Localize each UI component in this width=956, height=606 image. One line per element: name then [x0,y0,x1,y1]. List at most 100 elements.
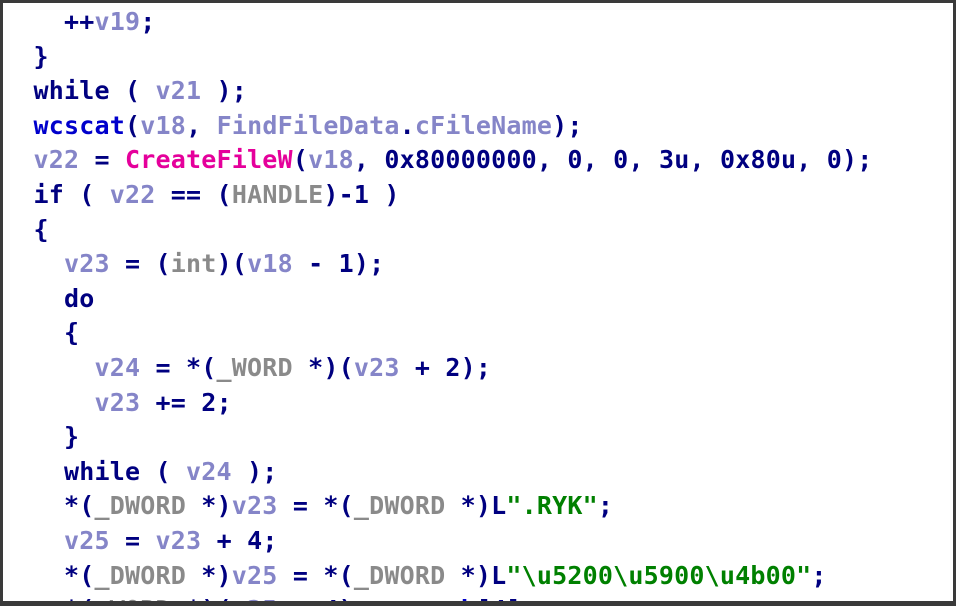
code-line[interactable]: v25 = v23 + 4; [3,524,953,559]
code-token: 4 [491,595,506,601]
code-token: ) [323,179,339,209]
code-token: 2 [445,352,461,382]
code-line[interactable]: v23 += 2; [3,386,953,421]
code-line[interactable]: while ( v21 ); [3,74,953,109]
code-token: v18 [140,110,187,140]
code-line[interactable]: } [3,420,953,455]
code-token: _DWORD [353,560,446,590]
code-token: *( [3,491,95,521]
code-line[interactable]: *(_DWORD *)v25 = *(_DWORD *)L"\u5200\u59… [3,559,953,594]
code-line[interactable]: v23 = (int)(v18 - 1); [3,247,953,282]
code-token: , [186,110,217,140]
code-token: *)( [292,352,354,382]
code-token: , [582,145,614,175]
code-token: ; [140,7,156,36]
code-token: v25 [231,560,278,590]
code-token: - [292,249,339,279]
code-token: ; [597,491,614,521]
code-token: ; [811,560,827,590]
code-token: ); [231,456,278,486]
code-token: do [3,283,95,313]
code-token: 0 [826,145,843,175]
code-token: = [79,145,126,175]
code-token: v23 [64,249,110,279]
code-line[interactable]: { [3,316,953,351]
pseudocode-window: ++v19; } while ( v21 ); wcscat(v18, Find… [0,0,956,606]
code-token: , [353,145,385,175]
code-token: = *( [277,560,354,590]
code-line[interactable]: while ( v24 ); [3,455,953,490]
code-token: v22 [109,179,156,209]
code-line[interactable]: if ( v22 == (HANDLE)-1 ) [3,178,953,213]
code-token: ]; [506,595,537,601]
code-token: } [3,422,80,452]
code-token: CreateFileW [125,145,293,175]
code-token: v21 [155,76,202,106]
code-token: _WORD [216,352,293,382]
code-line[interactable]: v24 = *(_WORD *)(v23 + 2); [3,351,953,386]
code-token: ); [353,249,385,279]
code-token: + [399,352,446,382]
code-token: *)( [171,595,232,601]
code-line[interactable]: { [3,213,953,248]
code-token: = *( [140,352,217,382]
code-token: _DWORD [353,491,446,521]
code-token: ; [216,387,232,417]
code-line[interactable]: ++v19; [3,5,953,40]
code-token: ".RYK" [506,491,598,521]
code-token: v25 [232,595,278,601]
code-token: v23 [94,387,141,417]
code-token: ( [292,145,309,175]
code-token: { [3,318,80,348]
code-token: cFileName [414,110,553,140]
code-text-area[interactable]: ++v19; } while ( v21 ); wcscat(v18, Find… [3,3,953,601]
code-token: while [3,456,156,486]
code-line[interactable]: *(_WORD *)(v25 + 4) = a_ryk[4]; [3,593,953,601]
code-line[interactable]: } [3,40,953,75]
code-token: if [3,179,80,209]
code-token: 0 [567,145,583,175]
code-token: wcscat [33,110,126,140]
code-token: *) [445,491,492,521]
code-token: . [399,110,415,140]
code-token: += [140,387,202,417]
code-token: + [278,595,324,601]
code-token: L [491,491,507,521]
code-token: ( [125,76,156,106]
code-token: *) [186,560,232,590]
code-token: v25 [64,525,110,555]
code-line[interactable]: *(_DWORD *)v23 = *(_DWORD *)L".RYK"; [3,489,953,524]
code-token: _DWORD [94,560,187,590]
code-line[interactable]: wcscat(v18, FindFileData.cFileName); [3,109,953,144]
code-token: 4 [323,595,338,601]
code-token: -1 [338,179,370,209]
code-token: ); [552,110,583,140]
code-token: v24 [186,456,232,486]
code-token: ); [842,145,873,175]
code-token: v22 [33,145,80,175]
code-token: int [170,249,217,279]
code-token: [ [476,595,491,601]
code-token: ++ [3,7,95,36]
code-token: + [201,525,248,555]
code-token: ); [460,352,492,382]
code-token: ); [201,76,248,106]
code-token: v18 [247,249,293,279]
code-token: 3u [658,145,690,175]
code-token: *) [445,560,492,590]
code-token: } [3,41,49,71]
code-token: v23 [353,352,400,382]
code-line[interactable]: do [3,282,953,317]
code-token: 1 [338,249,354,279]
code-token: HANDLE [231,179,324,209]
code-token: ( [155,456,187,486]
code-token: *) [186,491,232,521]
code-token: ; [262,525,278,555]
code-line[interactable]: v22 = CreateFileW(v18, 0x80000000, 0, 0,… [3,143,953,178]
code-token: ( [79,179,110,209]
